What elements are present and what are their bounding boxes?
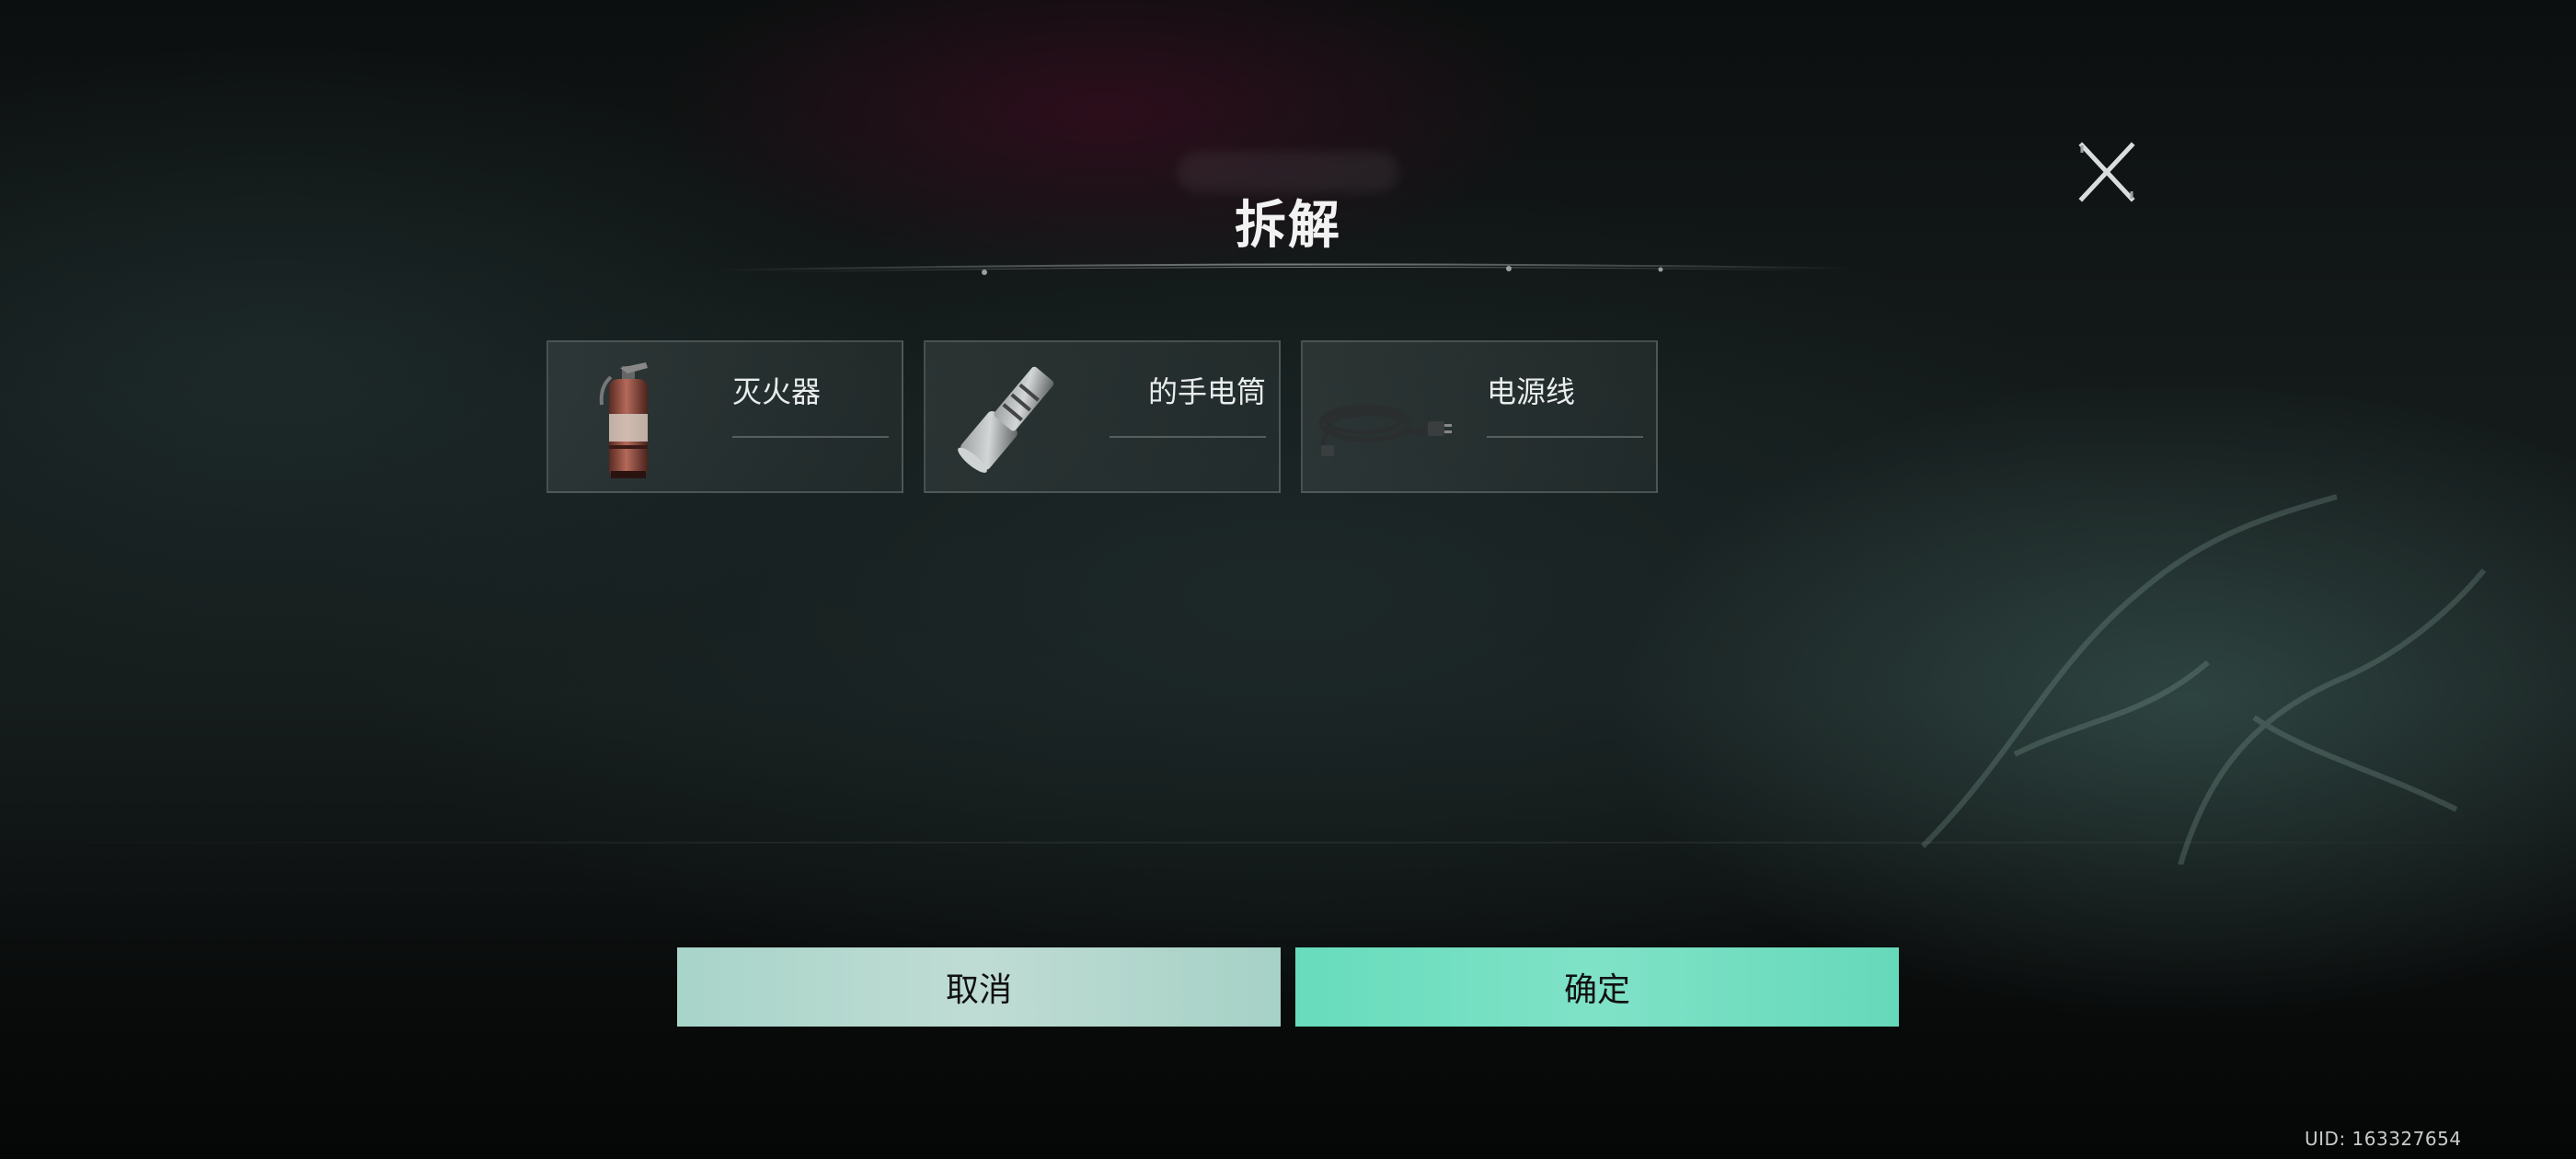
item-name: 灭火器 xyxy=(732,374,822,409)
power-cord-icon xyxy=(1318,404,1452,456)
confirm-button[interactable]: 确定 xyxy=(1295,947,1899,1027)
item-card-fire-extinguisher[interactable]: 灭火器 xyxy=(546,340,903,493)
game-screen: 拆解 灭火器 的手电筒 电源线 取消 确定 UID: 163327654 xyxy=(0,0,2576,1159)
item-card-power-cord[interactable]: 电源线 xyxy=(1301,340,1658,493)
item-underline xyxy=(1110,436,1266,438)
item-underline xyxy=(1487,436,1643,438)
close-button[interactable] xyxy=(2075,140,2139,204)
title-divider xyxy=(718,263,1858,275)
item-name-container: 的手电筒 xyxy=(1110,370,1266,414)
item-name-container: 灭火器 xyxy=(732,370,889,414)
flashlight-icon xyxy=(958,366,1054,473)
close-x-icon xyxy=(2078,142,2135,202)
item-name: 电源线 xyxy=(1487,374,1576,409)
cancel-button[interactable]: 取消 xyxy=(677,947,1281,1027)
item-name: 的手电筒 xyxy=(1147,374,1266,409)
dialog-title: 拆解 xyxy=(1235,196,1341,256)
item-card-flashlight[interactable]: 的手电筒 xyxy=(924,340,1281,493)
item-name-container: 电源线 xyxy=(1487,370,1643,414)
disassemble-item-list: 灭火器 的手电筒 电源线 xyxy=(546,340,1658,493)
background-branches-decoration xyxy=(1920,494,2487,865)
user-id-label: UID: 163327654 xyxy=(2305,1128,2462,1150)
fire-extinguisher-icon xyxy=(599,362,648,478)
item-underline xyxy=(732,436,889,438)
background-horizon-line xyxy=(0,842,2576,843)
